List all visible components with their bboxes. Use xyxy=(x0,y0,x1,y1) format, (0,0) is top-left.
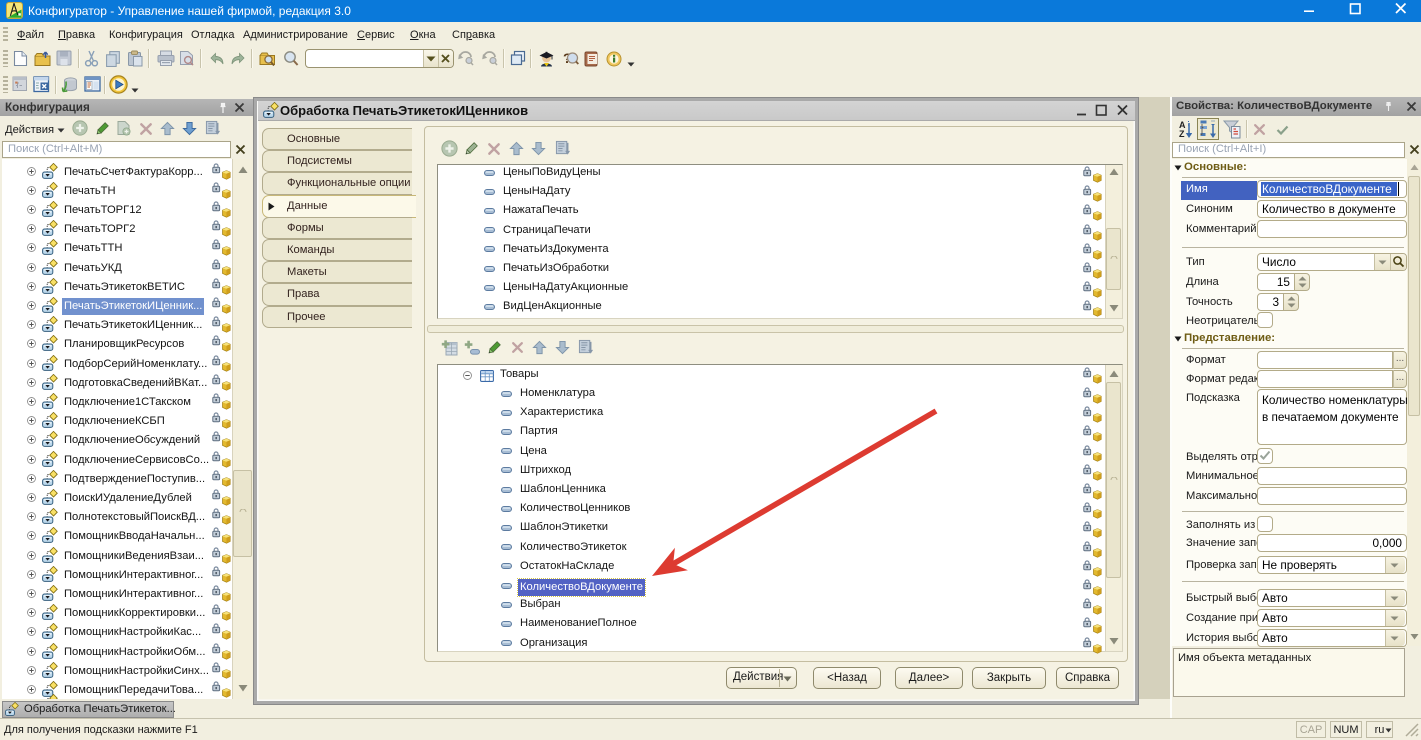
svg-text:Z: Z xyxy=(1179,129,1185,139)
